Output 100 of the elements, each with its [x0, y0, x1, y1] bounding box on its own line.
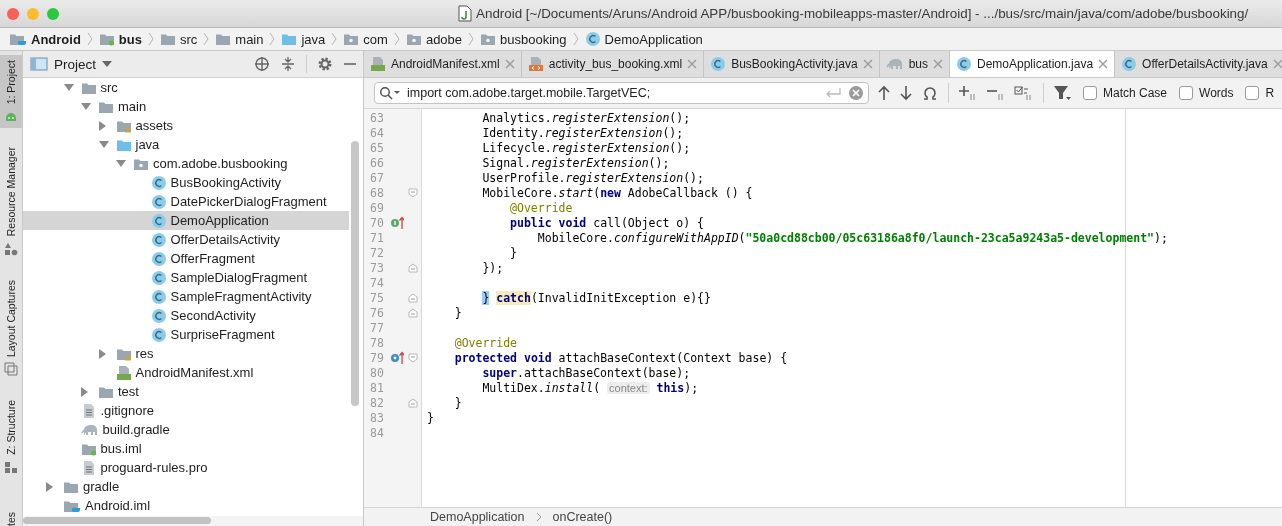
line-number: 65	[369, 140, 385, 155]
close-icon[interactable]	[933, 59, 943, 69]
tree-item[interactable]: res	[23, 344, 349, 363]
arrow-down-icon[interactable]	[899, 85, 913, 101]
overriding-method-icon[interactable]	[390, 351, 404, 364]
fold-marker-icon[interactable]	[408, 187, 418, 198]
class-icon	[150, 250, 167, 267]
tree-item[interactable]: src	[23, 78, 349, 97]
close-icon[interactable]	[687, 59, 698, 69]
tree-item[interactable]: SampleFragmentActivity	[23, 287, 349, 306]
zoom-window-button[interactable]	[47, 7, 59, 20]
breadcrumb-item[interactable]: bus	[98, 31, 142, 47]
tree-item[interactable]: assets	[23, 116, 349, 135]
code-line: MobileCore.start(new AdobeCallback () {	[481, 185, 753, 200]
tree-item[interactable]: Android.iml	[23, 496, 349, 515]
crosshair-icon[interactable]	[254, 56, 270, 72]
code-line: protected void attachBaseContext(Context base) {	[453, 350, 788, 365]
breadcrumb-item[interactable]: busbooking	[480, 31, 567, 47]
tree-item[interactable]: .gitignore	[23, 401, 349, 420]
tree-item[interactable]: SecondActivity	[23, 306, 349, 325]
close-icon[interactable]	[504, 59, 515, 69]
breadcrumb-item[interactable]: Android	[9, 31, 81, 47]
editor-tab[interactable]: BusBookingActivity.java	[704, 51, 880, 77]
checkbox-option[interactable]: Match Case	[1083, 86, 1168, 100]
editor-tab[interactable]: DemoApplication.java	[950, 51, 1116, 77]
breadcrumb-item[interactable]: java	[281, 31, 326, 47]
close-icon[interactable]	[1272, 59, 1282, 69]
tree-item[interactable]: SurpriseFragment	[23, 325, 349, 344]
fold-marker-icon[interactable]	[408, 262, 418, 273]
code-line: Lifecycle.registerExtension();	[481, 140, 691, 155]
tool-window-button[interactable]: Resource Manager	[0, 142, 22, 261]
tree-item[interactable]: bus.iml	[23, 439, 349, 458]
tool-window-button[interactable]: Z: Structure	[0, 394, 22, 479]
tree-item[interactable]: OfferFragment	[23, 249, 349, 268]
expanded-arrow-icon[interactable]	[63, 83, 74, 92]
package-icon	[480, 32, 497, 46]
tree-item[interactable]: AndroidManifest.xml	[23, 363, 349, 382]
fold-marker-icon[interactable]	[408, 397, 418, 408]
manifest-file-icon	[370, 56, 386, 72]
add-occurrence-icon[interactable]	[958, 85, 978, 101]
tree-item[interactable]: build.gradle	[23, 420, 349, 439]
tool-window-button[interactable]: tes	[0, 507, 22, 526]
tree-item[interactable]: java	[23, 135, 349, 154]
breadcrumb-item[interactable]: DemoApplication	[430, 510, 525, 524]
breadcrumb-item[interactable]: adobe	[405, 31, 463, 47]
breadcrumb-item[interactable]: onCreate()	[552, 510, 613, 524]
folder-icon	[215, 32, 232, 46]
fold-marker-icon[interactable]	[408, 292, 418, 303]
line-number: 67	[369, 170, 385, 185]
find-all-icon[interactable]	[921, 85, 939, 101]
breadcrumb-item[interactable]: main	[215, 31, 264, 47]
module-file-icon	[9, 32, 27, 46]
breadcrumb-item[interactable]: com	[343, 31, 388, 47]
collapsed-arrow-icon[interactable]	[81, 386, 89, 397]
tree-item[interactable]: proguard-rules.pro	[23, 458, 349, 477]
collapsed-arrow-icon[interactable]	[98, 348, 107, 359]
close-icon[interactable]	[862, 59, 873, 69]
collapse-all-icon[interactable]	[280, 56, 296, 72]
code-line: }	[426, 410, 434, 425]
tool-window-button[interactable]: Layout Captures	[0, 274, 22, 381]
line-number: 71	[369, 230, 385, 245]
settings-icon[interactable]	[317, 56, 333, 72]
class-icon	[710, 56, 727, 72]
close-window-button[interactable]	[7, 7, 19, 20]
select-all-occurrences-icon[interactable]	[1014, 85, 1034, 101]
line-number: 70	[369, 215, 385, 230]
expanded-arrow-icon[interactable]	[81, 102, 91, 111]
chevron-right-icon	[146, 32, 155, 46]
editor-tab[interactable]: activity_bus_booking.xml	[521, 51, 705, 77]
tree-item[interactable]: gradle	[23, 477, 349, 496]
tool-window-button[interactable]: 1: Project	[0, 55, 22, 129]
expanded-arrow-icon[interactable]	[116, 159, 126, 168]
tree-item[interactable]: main	[23, 97, 349, 116]
tree-item[interactable]: DemoApplication	[23, 211, 349, 230]
fold-marker-icon[interactable]	[408, 352, 418, 363]
fold-marker-icon[interactable]	[408, 307, 418, 318]
line-number: 66	[369, 155, 385, 170]
breadcrumb-item[interactable]: DemoApplication	[584, 31, 703, 47]
tree-item[interactable]: BusBookingActivity	[23, 173, 349, 192]
collapsed-arrow-icon[interactable]	[46, 481, 54, 492]
tree-item[interactable]: DatePickerDialogFragment	[23, 192, 349, 211]
checkbox-option[interactable]: Words	[1179, 86, 1234, 100]
tree-item[interactable]: test	[23, 382, 349, 401]
editor-tab[interactable]: OfferDetailsActivity.java	[1115, 51, 1282, 77]
expanded-arrow-icon[interactable]	[98, 140, 109, 149]
view-selector[interactable]: Project	[30, 56, 113, 72]
search-field[interactable]: import com.adobe.target.mobile.TargetVEC;	[374, 82, 869, 104]
editor-tab[interactable]: AndroidManifest.xml	[364, 51, 522, 77]
arrow-up-icon[interactable]	[877, 85, 891, 101]
collapsed-arrow-icon[interactable]	[98, 120, 107, 131]
tree-item[interactable]: OfferDetailsActivity	[23, 230, 349, 249]
implementing-method-icon[interactable]	[390, 216, 404, 229]
scrollbar-thumb[interactable]	[351, 141, 359, 406]
tree-item[interactable]: SampleDialogFragment	[23, 268, 349, 287]
clear-icon[interactable]	[848, 85, 864, 101]
breadcrumb-item[interactable]: src	[159, 31, 198, 47]
tree-item[interactable]: com.adobe.busbooking	[23, 154, 349, 173]
scrollbar-thumb[interactable]	[23, 517, 211, 524]
filter-icon[interactable]	[1053, 85, 1071, 101]
close-icon[interactable]	[1098, 59, 1109, 69]
